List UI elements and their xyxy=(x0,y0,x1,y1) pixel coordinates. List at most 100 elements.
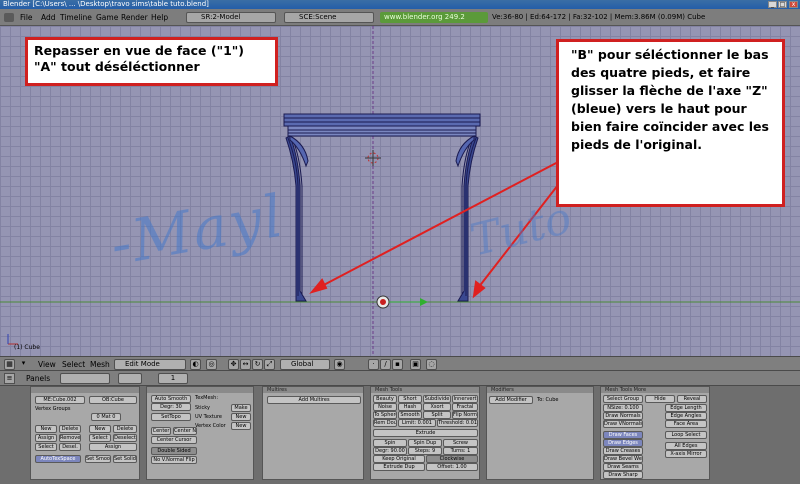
draw-normals-button[interactable]: Draw Normals xyxy=(603,412,643,420)
minimize-button[interactable]: _ xyxy=(768,1,777,8)
layer-icon[interactable]: ◉ xyxy=(334,359,345,370)
center-new-button[interactable]: Center New xyxy=(173,427,197,435)
menu-file[interactable]: File xyxy=(20,13,33,22)
sticky-make-button[interactable]: Make xyxy=(231,404,251,412)
scene-selector[interactable]: SCE:Scene xyxy=(284,12,374,23)
material-select-button[interactable]: Select xyxy=(89,434,111,442)
set-solid-button[interactable]: Set Solid xyxy=(113,455,137,463)
rem-doubles-button[interactable]: Rem Doubles xyxy=(373,419,397,427)
menu-select[interactable]: Select xyxy=(62,360,85,369)
vgroup-select-button[interactable]: Select xyxy=(35,443,57,451)
add-modifier-button[interactable]: Add Modifier xyxy=(489,396,533,404)
smooth-button[interactable]: Smooth xyxy=(398,411,422,419)
draw-edges-button[interactable]: Draw Edges xyxy=(603,439,643,447)
info-window-type-icon[interactable] xyxy=(4,13,14,22)
short-button[interactable]: Short xyxy=(398,395,422,403)
reveal-button[interactable]: Reveal xyxy=(677,395,707,403)
innervert-button[interactable]: Innervert xyxy=(452,395,478,403)
edge-length-button[interactable]: Edge Length xyxy=(665,404,707,412)
maximize-button[interactable]: □ xyxy=(778,1,787,8)
clockwise-button[interactable]: Clockwise xyxy=(426,455,478,463)
mode-dropdown[interactable]: Edit Mode xyxy=(114,359,186,370)
collapse-arrow-icon[interactable]: ▾ xyxy=(18,359,29,370)
extrude-dup-button[interactable]: Extrude Dup xyxy=(373,463,425,471)
pivot-icon[interactable]: ◎ xyxy=(206,359,217,370)
center-button[interactable]: Center xyxy=(151,427,171,435)
manipulator-icon[interactable]: ✥ xyxy=(228,359,239,370)
draw-seams-button[interactable]: Draw Seams xyxy=(603,463,643,471)
degr-field[interactable]: Degr: 30 xyxy=(151,403,191,411)
hash-button[interactable]: Hash xyxy=(398,403,422,411)
material-assign-button[interactable]: Assign xyxy=(89,443,137,451)
subdivide-button[interactable]: Subdivide xyxy=(423,395,451,403)
limit-field[interactable]: Limit: 0.001 xyxy=(398,419,436,427)
x-axis-mirror-button[interactable]: X-axis Mirror xyxy=(665,450,707,458)
spin-button[interactable]: Spin xyxy=(373,439,407,447)
blender-url-link[interactable]: www.blender.org 249.2 xyxy=(380,12,488,23)
screw-button[interactable]: Screw xyxy=(443,439,478,447)
draw-faces-button[interactable]: Draw Faces xyxy=(603,431,643,439)
menu-game[interactable]: Game xyxy=(96,13,118,22)
menu-timeline[interactable]: Timeline xyxy=(60,13,92,22)
loop-select-dropdown[interactable]: Loop Select xyxy=(665,431,707,439)
screen-selector[interactable]: SR:2-Model xyxy=(186,12,276,23)
frame-field[interactable]: 1 xyxy=(158,373,188,384)
window-type-icon[interactable]: ▦ xyxy=(4,359,15,370)
all-edges-button[interactable]: All Edges xyxy=(665,442,707,450)
mesh-name-field[interactable]: ME:Cube.002 xyxy=(35,396,85,404)
vgroup-delete-button[interactable]: Delete xyxy=(59,425,81,433)
draw-type-icon[interactable]: ◐ xyxy=(190,359,201,370)
split-button[interactable]: Split xyxy=(423,411,451,419)
buttons-window-type-icon[interactable]: ≡ xyxy=(4,373,15,384)
xsort-button[interactable]: Xsort xyxy=(423,403,451,411)
steps-field[interactable]: Steps: 9 xyxy=(408,447,442,455)
vgroup-deselect-button[interactable]: Desel. xyxy=(59,443,81,451)
threshold-field[interactable]: Threshold: 0.010 xyxy=(437,419,478,427)
vgroup-remove-button[interactable]: Remove xyxy=(59,434,81,442)
edge-select-icon[interactable]: / xyxy=(380,359,391,370)
material-delete-button[interactable]: Delete xyxy=(113,425,137,433)
keep-original-button[interactable]: Keep Original xyxy=(373,455,425,463)
draw-sharp-button[interactable]: Draw Sharp xyxy=(603,471,643,479)
occlude-icon[interactable]: ▣ xyxy=(410,359,421,370)
offset-field[interactable]: Offset: 1.00 xyxy=(426,463,478,471)
menu-add[interactable]: Add xyxy=(41,13,56,22)
spin-dup-button[interactable]: Spin Dup xyxy=(408,439,442,447)
vgroup-assign-button[interactable]: Assign xyxy=(35,434,57,442)
fractal-button[interactable]: Fractal xyxy=(452,403,478,411)
face-area-button[interactable]: Face Area xyxy=(665,420,707,428)
double-sided-button[interactable]: Double Sided xyxy=(151,447,197,455)
close-button[interactable]: x xyxy=(789,1,798,8)
edge-angles-button[interactable]: Edge Angles xyxy=(665,412,707,420)
nsize-field[interactable]: NSize: 0.100 xyxy=(603,404,643,412)
set-topo-button[interactable]: SetTopo xyxy=(151,413,191,421)
uv-texture-new-button[interactable]: New xyxy=(231,413,251,421)
vgroup-new-button[interactable]: New xyxy=(35,425,57,433)
no-vnormal-flip-button[interactable]: No V.Normal Flip xyxy=(151,456,197,464)
vertex-color-new-button[interactable]: New xyxy=(231,422,251,430)
select-group-button[interactable]: Select Group xyxy=(603,395,643,403)
object-name-field[interactable]: OB:Cube xyxy=(89,396,137,404)
draw-bevel-weights-button[interactable]: Draw Bevel Weights xyxy=(603,455,643,463)
autotexspace-button[interactable]: AutoTexSpace xyxy=(35,455,81,463)
menu-render[interactable]: Render xyxy=(121,13,148,22)
face-select-icon[interactable]: ▪ xyxy=(392,359,403,370)
center-cursor-button[interactable]: Center Cursor xyxy=(151,436,197,444)
menu-mesh[interactable]: Mesh xyxy=(90,360,110,369)
vertex-select-icon[interactable]: · xyxy=(368,359,379,370)
panels-label[interactable]: Panels xyxy=(26,374,50,383)
subcontext-icons[interactable] xyxy=(118,373,142,384)
extrude-button[interactable]: Extrude xyxy=(373,429,478,437)
hide-button[interactable]: Hide xyxy=(645,395,675,403)
degr-spin-field[interactable]: Degr: 90.00 xyxy=(373,447,407,455)
turns-field[interactable]: Turns: 1 xyxy=(443,447,478,455)
menu-view[interactable]: View xyxy=(38,360,56,369)
draw-creases-button[interactable]: Draw Creases xyxy=(603,447,643,455)
material-index[interactable]: 0 Mat 0 xyxy=(91,413,121,421)
draw-vnormals-button[interactable]: Draw VNormals xyxy=(603,420,643,428)
rotate-icon[interactable]: ↻ xyxy=(252,359,263,370)
context-icons[interactable] xyxy=(60,373,110,384)
orientation-dropdown[interactable]: Global xyxy=(280,359,330,370)
3d-viewport[interactable]: Repasser en vue de face ("1") "A" tout d… xyxy=(0,26,800,356)
beauty-button[interactable]: Beauty xyxy=(373,395,397,403)
